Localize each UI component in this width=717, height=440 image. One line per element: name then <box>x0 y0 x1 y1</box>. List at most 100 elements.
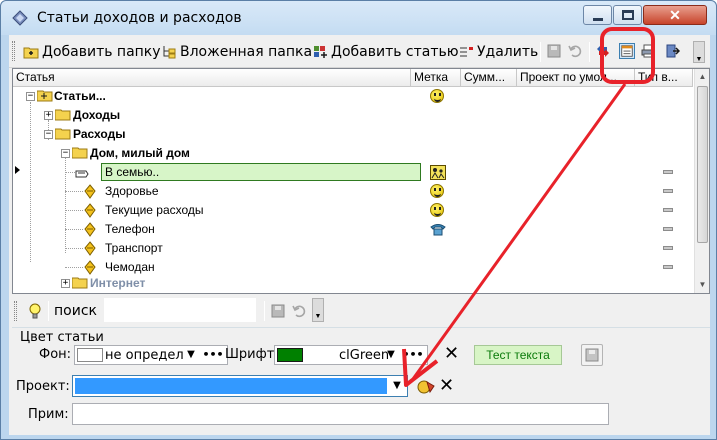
item-icon <box>84 203 96 218</box>
nested-folder-button[interactable]: Вложенная папка <box>161 41 312 63</box>
tree-row[interactable]: − Статьи... <box>23 87 693 106</box>
items-tree-grid[interactable]: Статья Метка Сумм... Проект по умол... Т… <box>12 68 710 294</box>
background-color-swatch <box>77 348 103 362</box>
type-indicator <box>663 208 673 212</box>
window-title: Статьи доходов и расходов <box>37 10 242 26</box>
folder-icon <box>55 109 71 121</box>
item-icon <box>84 241 96 256</box>
add-item-button[interactable]: Добавить статью <box>312 41 459 63</box>
background-color-value: не определ <box>105 348 184 363</box>
add-folder-button[interactable]: Добавить папку <box>23 41 161 63</box>
item-name-editor[interactable]: В семью.. <box>101 163 421 181</box>
add-item-label: Добавить статью <box>331 44 459 60</box>
toolbar-grip[interactable] <box>12 41 15 61</box>
smiley-icon <box>430 184 444 198</box>
expand-icon[interactable]: + <box>61 279 70 288</box>
save-search-disabled-icon[interactable] <box>270 303 286 319</box>
tree-row[interactable]: Текущие расходы <box>23 201 693 220</box>
undo-search-disabled-icon[interactable] <box>291 303 307 319</box>
maximize-icon <box>622 10 634 20</box>
font-color-select[interactable]: clGreen ▼ ••• <box>274 345 428 365</box>
properties-panel-icon[interactable] <box>619 43 635 59</box>
toolbar-separator <box>264 301 265 321</box>
column-header-sum[interactable]: Сумм... <box>461 69 517 87</box>
item-name-editor-text: В семью.. <box>105 165 160 179</box>
tree-row[interactable]: + Интернет <box>23 275 693 291</box>
tree-row[interactable]: − Расходы <box>23 125 693 144</box>
background-color-more-button[interactable]: ••• <box>201 348 225 361</box>
clear-project-icon[interactable]: ✕ <box>439 377 454 395</box>
tree-line <box>65 248 83 249</box>
edit-pencil-icon <box>75 170 89 178</box>
collapse-icon[interactable]: − <box>44 130 53 139</box>
maximize-button[interactable] <box>613 5 642 25</box>
telephone-icon <box>430 224 446 236</box>
tree-line <box>65 172 75 173</box>
chevron-down-icon: ▼ <box>387 349 395 360</box>
minimize-button[interactable] <box>583 5 612 25</box>
item-color-title: Цвет статьи <box>18 330 106 345</box>
column-header-mark[interactable]: Метка <box>411 69 461 87</box>
font-color-more-button[interactable]: ••• <box>401 348 425 361</box>
tree-node-label: Чемодан <box>105 260 155 274</box>
current-row-icon <box>15 166 20 174</box>
add-folder-icon <box>23 47 39 59</box>
note-input[interactable] <box>72 403 609 425</box>
scroll-thumb[interactable] <box>697 86 708 243</box>
save-color-button[interactable] <box>581 344 603 366</box>
undo-disabled-icon[interactable] <box>567 43 583 59</box>
title-bar[interactable]: Статьи доходов и расходов ✕ <box>1 1 716 35</box>
item-icon <box>84 184 96 199</box>
tree-row[interactable]: Здоровье <box>23 182 693 201</box>
nested-folder-label: Вложенная папка <box>180 44 313 60</box>
background-color-select[interactable]: не определ ▼ ••• <box>74 345 228 365</box>
scroll-down-icon[interactable]: ▼ <box>695 277 710 292</box>
exit-icon[interactable] <box>664 43 680 59</box>
folder-open-icon <box>37 90 53 102</box>
clear-color-icon[interactable]: ✕ <box>444 345 459 363</box>
collapse-icon[interactable]: − <box>26 92 35 101</box>
project-picker-icon[interactable] <box>416 378 436 396</box>
note-label: Прим: <box>28 407 69 422</box>
toolbar-separator <box>48 301 49 321</box>
print-icon[interactable] <box>640 43 656 59</box>
tree-row[interactable]: Телефон <box>23 220 693 239</box>
type-indicator <box>663 189 673 193</box>
search-toolbar-overflow-button[interactable]: ▼ <box>312 298 324 322</box>
grid-vertical-scrollbar[interactable]: ▲ ▼ <box>694 69 709 293</box>
column-header-item[interactable]: Статья <box>13 69 411 87</box>
item-icon <box>84 260 96 275</box>
scroll-up-icon[interactable]: ▲ <box>695 69 710 84</box>
tree-row[interactable]: − Дом, милый дом <box>23 144 693 163</box>
row-indicator-column <box>13 87 22 293</box>
color-swap-icon[interactable] <box>595 43 611 59</box>
search-input[interactable] <box>104 298 256 322</box>
tree-row-selected[interactable]: В семью.. <box>23 163 693 182</box>
tree-node-label: Расходы <box>73 127 126 141</box>
tree-node-label: Текущие расходы <box>105 203 204 217</box>
column-header-type[interactable]: Тип в... <box>635 69 693 87</box>
tree-row[interactable]: Транспорт <box>23 239 693 258</box>
main-toolbar: Добавить папку Вложенная папка Добавить … <box>9 35 710 68</box>
toolbar-overflow-button[interactable]: ▼ <box>693 41 705 63</box>
type-indicator <box>663 246 673 250</box>
search-toolbar: поиск ▼ <box>12 296 330 326</box>
expand-icon[interactable]: + <box>44 111 53 120</box>
type-indicator <box>663 170 673 174</box>
tree-node-label: Здоровье <box>105 184 159 198</box>
close-button[interactable]: ✕ <box>643 5 707 25</box>
project-select[interactable]: ▼ <box>72 375 408 397</box>
column-header-default-project[interactable]: Проект по умол... <box>517 69 635 87</box>
toolbar-grip[interactable] <box>14 301 17 321</box>
nested-folder-icon <box>163 46 176 59</box>
item-color-group: Цвет статьи Фон: не определ ▼ ••• Шрифт:… <box>12 327 710 433</box>
family-icon <box>430 165 446 180</box>
tree-node-label: Статьи... <box>54 89 106 103</box>
search-bulb-icon[interactable] <box>26 302 44 320</box>
collapse-icon[interactable]: − <box>61 149 70 158</box>
delete-button[interactable]: Удалить <box>458 41 538 63</box>
tree-row[interactable]: + Доходы <box>23 106 693 125</box>
chevron-down-icon: ▼ <box>187 349 195 360</box>
toolbar-separator <box>540 42 541 62</box>
save-disabled-icon[interactable] <box>546 43 562 59</box>
